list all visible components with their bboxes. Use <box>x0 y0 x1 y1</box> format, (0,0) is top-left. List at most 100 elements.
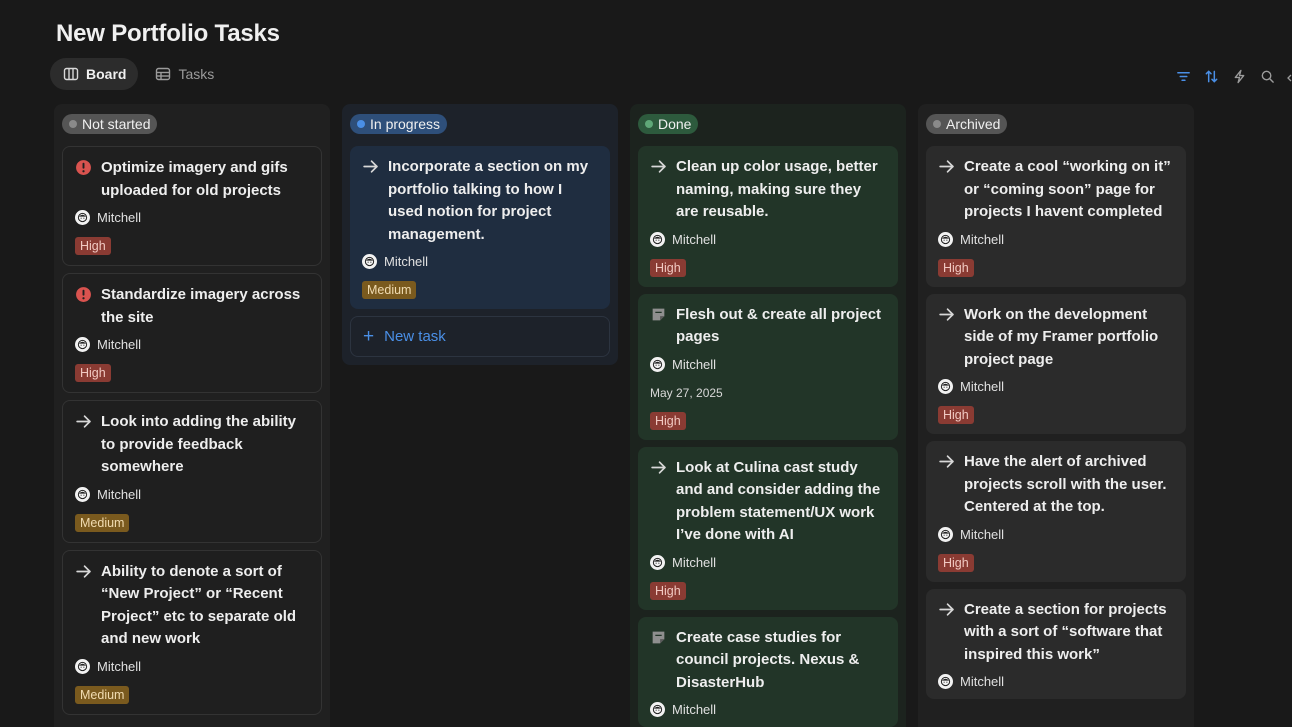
arrow-right-icon <box>76 564 91 578</box>
avatar <box>362 254 377 269</box>
avatar-face-icon <box>77 489 88 499</box>
avatar-face-icon <box>940 234 951 244</box>
task-card[interactable]: Optimize imagery and gifs uploaded for o… <box>62 146 322 266</box>
assignee-name: Mitchell <box>97 486 142 502</box>
tab-board-label: Board <box>86 66 127 82</box>
assignee: Mitchell <box>75 210 309 225</box>
arrow-right-icon <box>651 160 666 173</box>
toolbar <box>1172 66 1278 86</box>
board-icon <box>63 67 79 81</box>
assignee: Mitchell <box>938 526 1174 542</box>
task-title: Create case studies for council projects… <box>676 628 860 691</box>
arrow-right-icon <box>939 455 954 468</box>
avatar-face-icon <box>652 557 663 567</box>
avatar <box>938 526 953 542</box>
page-icon <box>652 631 665 643</box>
automation-button[interactable] <box>1228 66 1250 86</box>
assignee: Mitchell <box>650 231 886 247</box>
assignee: Mitchell <box>75 658 309 674</box>
search-button[interactable] <box>1256 66 1278 86</box>
status-pill-archived[interactable]: Archived <box>926 114 1008 134</box>
task-title: Clean up color usage, better naming, mak… <box>676 158 878 220</box>
due-date: May 27, 2025 <box>650 385 723 400</box>
assignee-name: Mitchell <box>672 702 717 717</box>
task-card[interactable]: Clean up color usage, better naming, mak… <box>638 146 898 287</box>
new-task-label: New task <box>384 328 446 345</box>
assignee: Mitchell <box>650 554 886 570</box>
alert-icon <box>76 287 91 302</box>
status-label: In progress <box>370 116 441 132</box>
column-done: Done Clean up color usage, better naming… <box>630 104 906 727</box>
filter-button[interactable] <box>1172 66 1194 86</box>
task-card[interactable]: Create case studies for council projects… <box>638 616 898 727</box>
avatar-face-icon <box>940 529 951 539</box>
assignee-name: Mitchell <box>97 210 142 225</box>
assignee-name: Mitchell <box>960 674 1005 689</box>
assignee-name: Mitchell <box>97 658 142 674</box>
board: Not started Optimize imagery and gifs up… <box>54 104 1194 727</box>
task-card[interactable]: Ability to denote a sort of “New Project… <box>62 549 322 715</box>
status-dot <box>69 120 77 128</box>
sort-icon <box>1205 70 1217 82</box>
task-card[interactable]: Look into adding the ability to provide … <box>62 400 322 543</box>
alert-icon <box>76 160 91 175</box>
task-card[interactable]: Create a cool “working on it” or “coming… <box>926 146 1186 287</box>
collapse-icon[interactable] <box>1286 68 1292 86</box>
filter-icon <box>1176 71 1190 81</box>
avatar <box>650 554 665 570</box>
status-dot <box>933 120 941 128</box>
priority-badge: High <box>650 581 686 600</box>
new-task-button[interactable]: + New task <box>350 316 610 357</box>
tab-tasks[interactable]: Tasks <box>142 58 226 90</box>
task-title: Create a cool “working on it” or “coming… <box>964 158 1171 220</box>
assignee-name: Mitchell <box>960 526 1005 542</box>
task-card[interactable]: Have the alert of archived projects scro… <box>926 441 1186 582</box>
sort-button[interactable] <box>1200 66 1222 86</box>
priority-badge: High <box>938 406 974 424</box>
task-title: Look at Culina cast study and and consid… <box>676 458 881 544</box>
task-title: Optimize imagery and gifs uploaded for o… <box>101 159 288 199</box>
assignee-name: Mitchell <box>384 254 429 269</box>
assignee: Mitchell <box>362 254 598 269</box>
task-card[interactable]: Look at Culina cast study and and consid… <box>638 446 898 610</box>
avatar-face-icon <box>77 661 88 671</box>
table-icon <box>156 67 171 81</box>
status-pill-not-started[interactable]: Not started <box>62 114 158 134</box>
task-card[interactable]: Incorporate a section on my portfolio ta… <box>350 146 610 309</box>
priority-badge: High <box>650 411 686 430</box>
task-card[interactable]: Flesh out & create all project pages Mit… <box>638 293 898 440</box>
assignee: Mitchell <box>938 231 1174 247</box>
page-title: New Portfolio Tasks <box>56 20 280 47</box>
avatar <box>75 486 90 502</box>
page-icon <box>652 308 665 320</box>
avatar <box>75 658 90 674</box>
priority-badge: Medium <box>362 281 417 299</box>
tab-board[interactable]: Board <box>50 58 139 90</box>
task-card[interactable]: Create a section for projects with a sor… <box>926 588 1186 699</box>
task-card[interactable]: Standardize imagery across the site Mitc… <box>62 273 322 393</box>
arrow-right-icon <box>651 460 666 474</box>
task-title: Incorporate a section on my portfolio ta… <box>388 158 589 243</box>
task-title: Flesh out & create all project pages <box>676 305 882 346</box>
status-pill-in-progress[interactable]: In progress <box>350 114 448 134</box>
task-title: Work on the development side of my Frame… <box>964 305 1159 368</box>
assignee: Mitchell <box>75 337 309 352</box>
assignee-name: Mitchell <box>672 231 717 247</box>
task-card[interactable]: Work on the development side of my Frame… <box>926 293 1186 434</box>
column-not-started: Not started Optimize imagery and gifs up… <box>54 104 330 727</box>
search-icon <box>1261 70 1274 83</box>
priority-badge: High <box>650 258 686 277</box>
priority-badge: High <box>938 553 974 572</box>
status-pill-done[interactable]: Done <box>638 114 699 134</box>
priority-badge: High <box>75 237 111 255</box>
avatar <box>650 231 665 247</box>
task-title: Create a section for projects with a sor… <box>964 600 1167 663</box>
assignee: Mitchell <box>938 379 1174 394</box>
arrow-right-icon <box>363 160 378 173</box>
arrow-right-icon <box>939 307 954 321</box>
assignee-name: Mitchell <box>97 337 142 352</box>
avatar <box>938 379 953 394</box>
avatar <box>938 231 953 247</box>
avatar <box>938 674 953 689</box>
arrow-right-icon <box>939 160 954 173</box>
